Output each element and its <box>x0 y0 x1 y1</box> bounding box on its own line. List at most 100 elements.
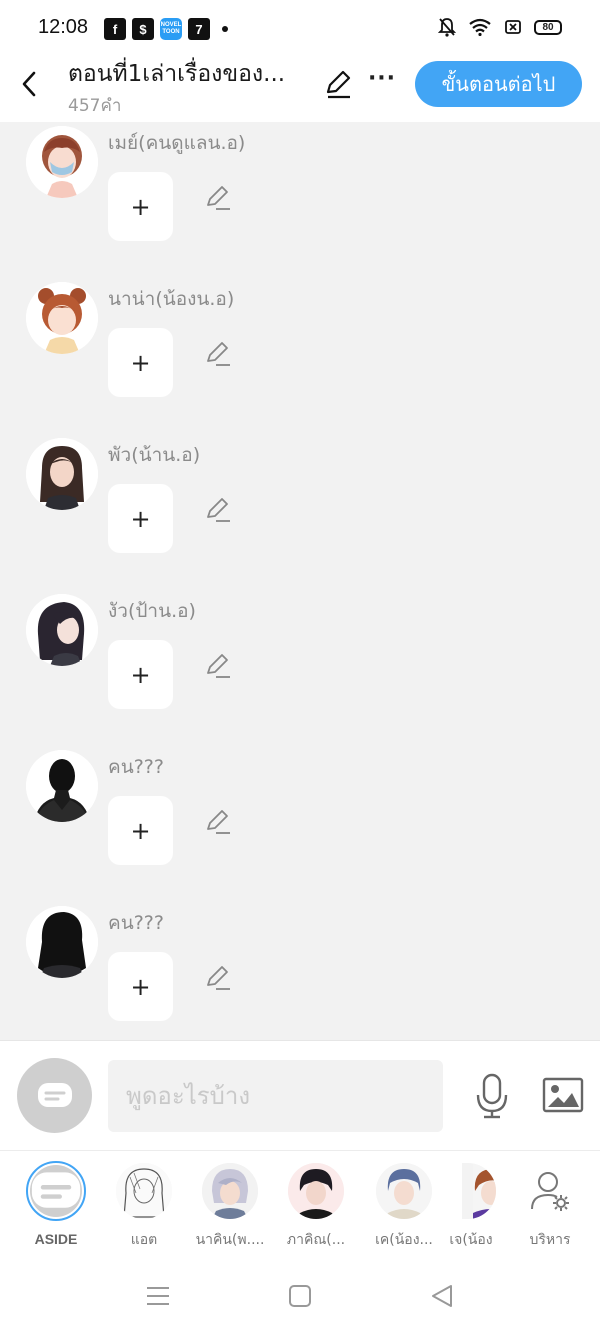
character-chip-label: ASIDE <box>34 1231 78 1247</box>
chat-bubble-icon <box>31 1172 81 1208</box>
long-hair-woman-avatar-icon <box>26 438 98 510</box>
plus-icon: + <box>130 192 151 221</box>
silver-hair-avatar-icon <box>202 1163 258 1219</box>
brown-hair-avatar-icon <box>473 1163 496 1219</box>
character-chip-avatar <box>462 1163 496 1219</box>
user-settings-icon <box>531 1172 569 1211</box>
character-item: เมย์(คนดูแลน.อ) + <box>0 122 600 278</box>
character-chip[interactable]: เจ(น้อง <box>436 1163 506 1251</box>
image-icon <box>542 1077 584 1113</box>
more-horizontal-icon: ··· <box>367 66 397 91</box>
blue-hair-avatar-icon <box>376 1163 432 1219</box>
back-button[interactable] <box>14 64 44 104</box>
pencil-icon <box>326 70 351 99</box>
edit-character-button[interactable] <box>204 964 232 992</box>
character-item: พัว(น้าน.อ) + <box>0 434 600 590</box>
bun-girl-avatar-icon <box>26 282 98 354</box>
character-avatar[interactable] <box>26 126 98 198</box>
silhouette-avatar-icon <box>26 750 98 822</box>
character-selector-bar: ASIDE แอต นาคิน(พ.... ภาคิณ(... เค(น้อง.… <box>0 1150 600 1256</box>
wifi-icon <box>469 18 491 36</box>
add-dialogue-button[interactable]: + <box>108 172 173 241</box>
triangle-back-icon <box>432 1285 452 1307</box>
edit-character-button[interactable] <box>204 808 232 836</box>
word-count: 457คำ <box>68 96 122 116</box>
character-chip-label: ภาคิณ(... <box>286 1232 346 1248</box>
character-chip[interactable]: ภาคิณ(... <box>274 1163 358 1251</box>
next-step-button[interactable]: ขั้นตอนต่อไป <box>415 61 582 107</box>
character-avatar[interactable] <box>26 282 98 354</box>
plus-icon: + <box>130 348 151 377</box>
manage-label: บริหาร <box>529 1232 571 1248</box>
character-avatar[interactable] <box>26 438 98 510</box>
notification-icons: f $ NOVEL TOON 7 <box>104 18 228 40</box>
plus-icon: + <box>130 660 151 689</box>
message-input[interactable] <box>108 1060 443 1132</box>
status-time: 12:08 <box>38 16 89 38</box>
character-item: นาน่า(น้องน.อ) + <box>0 278 600 434</box>
add-dialogue-button[interactable]: + <box>108 952 173 1021</box>
facebook-icon: f <box>104 18 126 40</box>
pencil-icon <box>207 498 230 522</box>
pencil-icon <box>207 186 230 210</box>
more-options-button[interactable]: ··· <box>366 66 398 98</box>
message-input-bar <box>0 1040 600 1150</box>
character-chip[interactable]: นาคิน(พ.... <box>188 1163 272 1251</box>
character-name: นาน่า(น้องน.อ) <box>108 288 235 310</box>
battery-icon: 80 <box>534 19 562 35</box>
character-name: เมย์(คนดูแลน.อ) <box>108 132 246 154</box>
menu-lines-icon <box>147 1287 169 1305</box>
pencil-icon <box>207 810 230 834</box>
character-name: งัว(ป้าน.อ) <box>108 600 196 622</box>
more-notifications-dot <box>222 26 228 32</box>
add-dialogue-button[interactable]: + <box>108 328 173 397</box>
character-chip-label: แอต <box>130 1232 158 1248</box>
character-item: คน??? + <box>0 902 600 1040</box>
chat-bubble-icon <box>37 1082 72 1107</box>
recent-apps-button[interactable] <box>144 1282 172 1310</box>
character-avatar[interactable] <box>26 906 98 978</box>
dark-hair-woman-avatar-icon <box>26 594 98 666</box>
pencil-icon <box>207 966 230 990</box>
system-back-button[interactable] <box>428 1282 456 1310</box>
add-dialogue-button[interactable]: + <box>108 796 173 865</box>
system-navigation-bar <box>0 1256 600 1333</box>
no-sim-icon <box>505 20 521 34</box>
character-list[interactable]: เมย์(คนดูแลน.อ) + นาน่า(น้องน.อ) + พัว(น… <box>0 122 600 1040</box>
character-chip[interactable]: แอต <box>102 1163 186 1251</box>
plus-icon: + <box>130 504 151 533</box>
plus-icon: + <box>130 816 151 845</box>
character-chip-label: เค(น้อง... <box>375 1232 433 1248</box>
character-item: คน??? + <box>0 746 600 902</box>
edit-character-button[interactable] <box>204 340 232 368</box>
add-dialogue-button[interactable]: + <box>108 640 173 709</box>
edit-character-button[interactable] <box>204 184 232 212</box>
character-avatar[interactable] <box>26 594 98 666</box>
character-name: คน??? <box>108 912 164 934</box>
character-chip-avatar <box>288 1163 344 1219</box>
character-avatar[interactable] <box>26 750 98 822</box>
character-chip-avatar <box>116 1163 172 1219</box>
voice-input-button[interactable] <box>474 1073 510 1119</box>
aside-avatar <box>26 1161 86 1221</box>
edit-title-button[interactable] <box>322 68 354 100</box>
chevron-left-icon <box>22 71 36 97</box>
character-chip-label: นาคิน(พ.... <box>195 1232 265 1248</box>
aside-toggle-button[interactable] <box>17 1058 92 1133</box>
episode-title: ตอนที่1เล่าเรื่องของ... <box>68 61 286 87</box>
system-icons: 80 <box>438 17 562 37</box>
home-button[interactable] <box>286 1282 314 1310</box>
pencil-icon <box>207 654 230 678</box>
bell-off-icon <box>438 18 456 37</box>
character-chip[interactable]: เค(น้อง... <box>362 1163 446 1251</box>
character-chip-avatar <box>202 1163 258 1219</box>
manage-characters-button[interactable]: บริหาร <box>508 1163 592 1251</box>
insert-image-button[interactable] <box>542 1077 584 1113</box>
sketch-avatar-icon <box>116 1163 172 1219</box>
add-dialogue-button[interactable]: + <box>108 484 173 553</box>
edit-character-button[interactable] <box>204 496 232 524</box>
seven-eleven-icon: 7 <box>188 18 210 40</box>
edit-character-button[interactable] <box>204 652 232 680</box>
character-chip-aside[interactable]: ASIDE <box>14 1161 98 1247</box>
silhouette-long-hair-avatar-icon <box>26 906 98 978</box>
